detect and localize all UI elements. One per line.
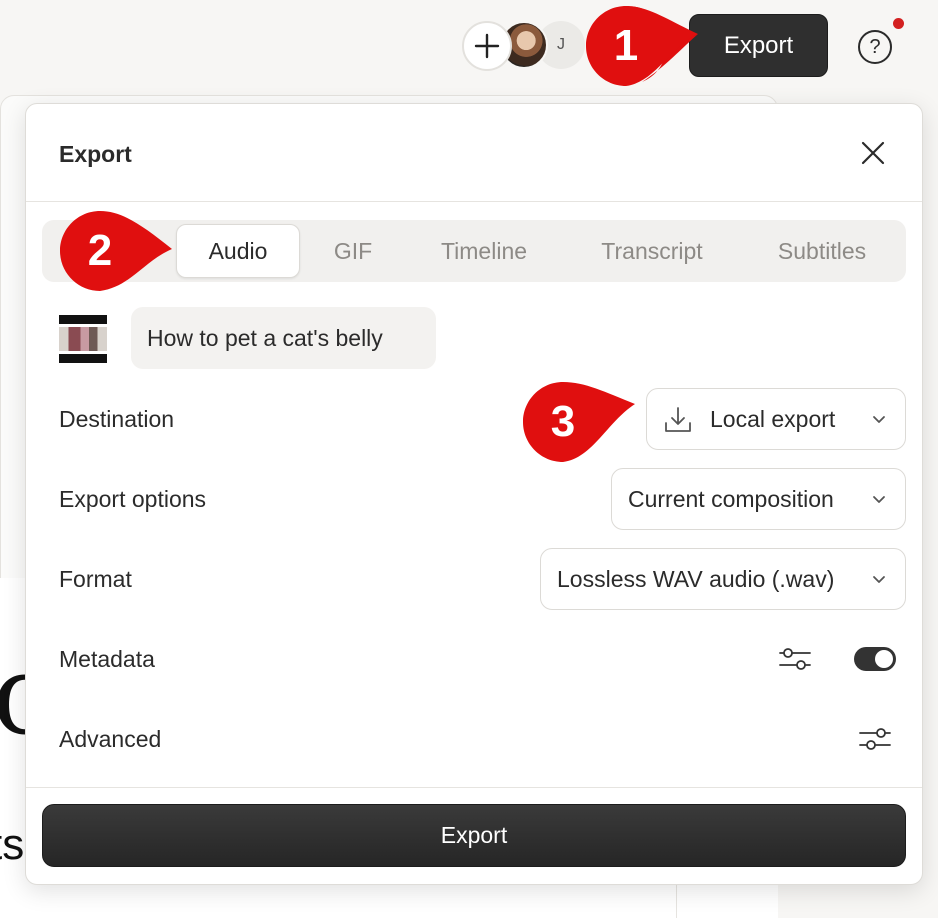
- footer-divider: [26, 787, 922, 788]
- callout-1: 1: [586, 6, 698, 86]
- tab-gif[interactable]: GIF: [312, 224, 394, 278]
- tab-subtitles[interactable]: Subtitles: [752, 224, 892, 278]
- dialog-title: Export: [59, 141, 132, 167]
- composition-title[interactable]: How to pet a cat's belly: [131, 307, 436, 369]
- dialog-divider: [26, 201, 922, 202]
- top-export-button[interactable]: Export: [689, 14, 828, 77]
- export-button[interactable]: Export: [42, 804, 906, 867]
- format-label: Format: [59, 566, 132, 592]
- export-options-value: Current composition: [628, 485, 834, 512]
- advanced-settings-icon[interactable]: [858, 724, 892, 754]
- format-value: Lossless WAV audio (.wav): [557, 565, 835, 592]
- add-collaborator-button[interactable]: [462, 21, 512, 71]
- chevron-down-icon: [873, 496, 885, 503]
- metadata-label: Metadata: [59, 646, 155, 672]
- tab-timeline[interactable]: Timeline: [420, 224, 548, 278]
- export-options-select[interactable]: Current composition: [611, 468, 906, 530]
- destination-label: Destination: [59, 406, 175, 432]
- callout-3: 3: [523, 382, 635, 462]
- notification-dot: [893, 18, 904, 29]
- background-document-text-2: ts: [0, 820, 25, 869]
- destination-value: Local export: [710, 405, 836, 432]
- help-icon: ?: [869, 35, 881, 58]
- close-icon: [861, 141, 885, 165]
- tab-audio[interactable]: Audio: [176, 224, 300, 278]
- advanced-label: Advanced: [59, 726, 162, 752]
- export-options-label: Export options: [59, 486, 207, 512]
- destination-select[interactable]: Local export: [646, 388, 906, 450]
- callout-1-number: 1: [613, 21, 639, 70]
- composition-thumbnail: [59, 315, 107, 363]
- callout-2-number: 2: [87, 226, 113, 275]
- help-button[interactable]: ?: [858, 30, 892, 64]
- format-select[interactable]: Lossless WAV audio (.wav): [540, 548, 906, 610]
- plus-icon: [474, 33, 500, 59]
- toggle-knob: [875, 650, 893, 668]
- callout-2: 2: [60, 211, 172, 291]
- chevron-down-icon: [873, 576, 885, 583]
- tab-transcript[interactable]: Transcript: [574, 224, 730, 278]
- close-button[interactable]: [858, 138, 888, 168]
- callout-3-number: 3: [550, 397, 576, 446]
- metadata-settings-icon[interactable]: [778, 644, 812, 674]
- chevron-down-icon: [873, 416, 885, 423]
- metadata-toggle[interactable]: [854, 647, 896, 671]
- download-icon: [665, 407, 691, 432]
